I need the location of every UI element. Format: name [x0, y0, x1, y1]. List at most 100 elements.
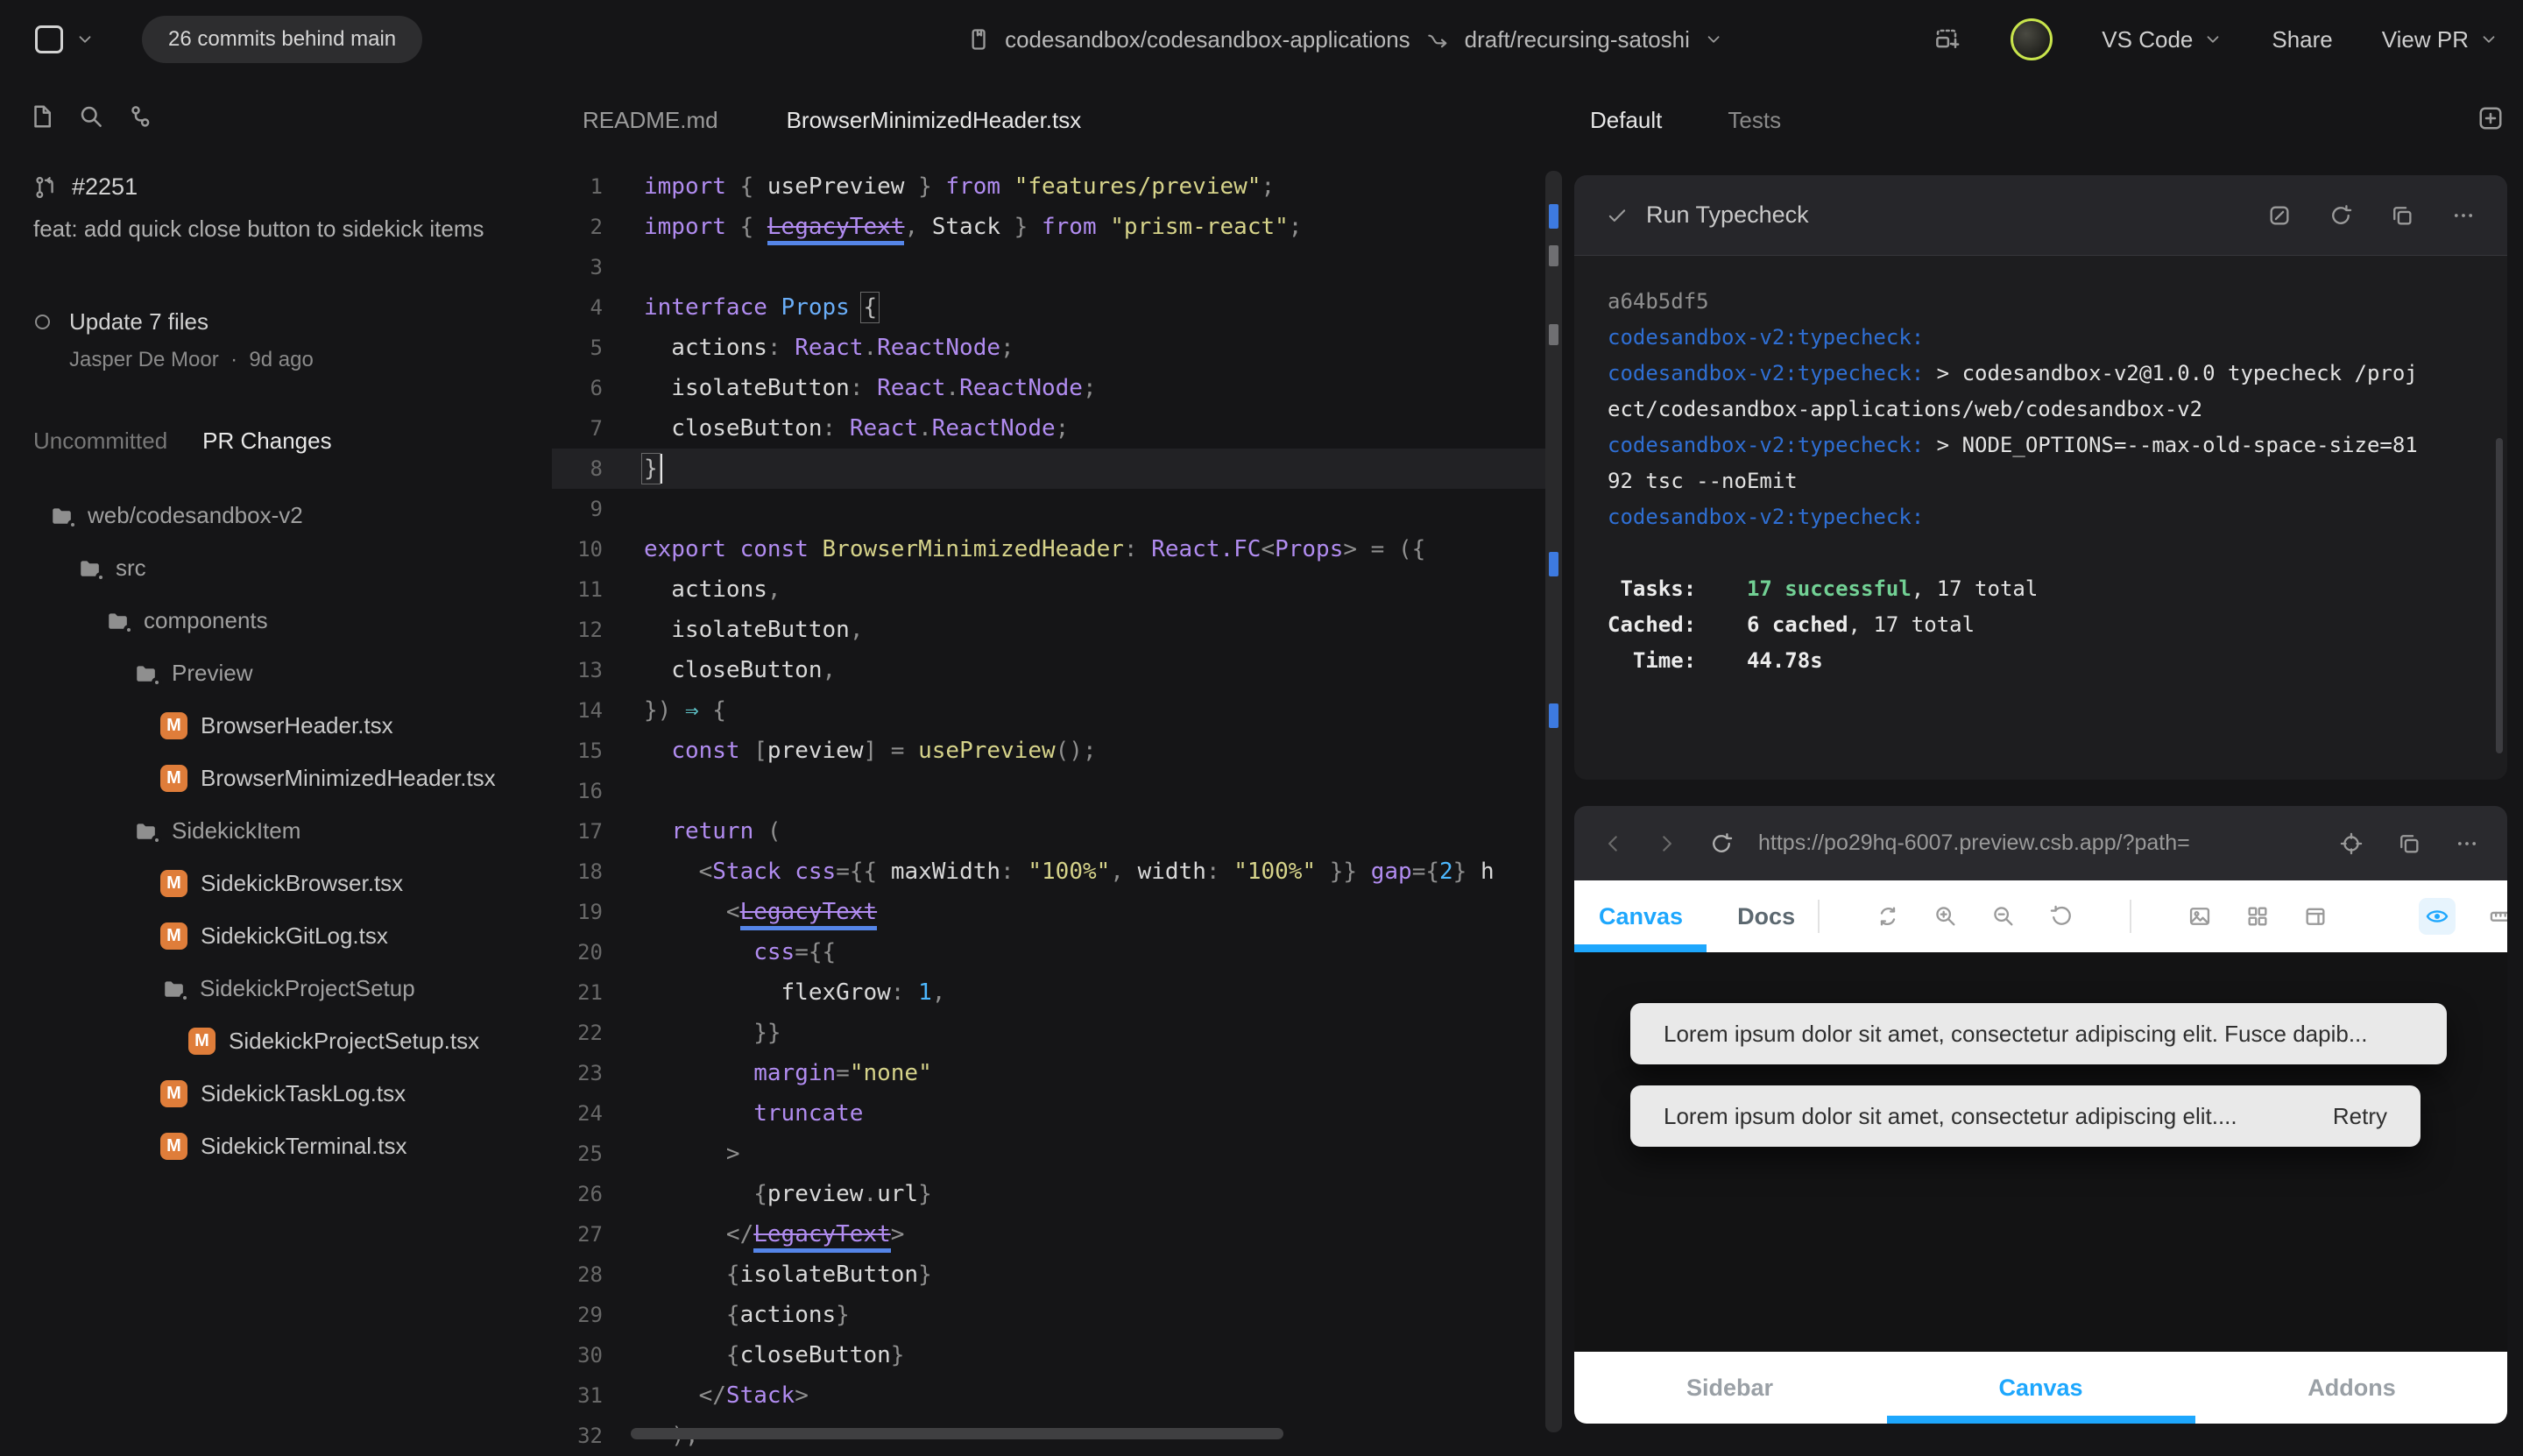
code-line[interactable]: 3 — [552, 247, 1574, 287]
code-line[interactable]: 5 actions: React.ReactNode; — [552, 328, 1574, 368]
stack-icon[interactable] — [2303, 904, 2328, 929]
code-line[interactable]: 23 margin="none" — [552, 1053, 1574, 1093]
editor-vertical-scrollbar[interactable] — [1545, 171, 1562, 1432]
pr-number[interactable]: #2251 — [72, 173, 138, 201]
code-line[interactable]: 8} — [552, 449, 1546, 489]
tab-canvas[interactable]: Canvas — [1599, 903, 1683, 930]
duplicate-icon[interactable] — [2390, 203, 2414, 228]
ruler-icon[interactable] — [2489, 904, 2507, 929]
code-line[interactable]: 10export const BrowserMinimizedHeader: R… — [552, 529, 1574, 569]
repo-name[interactable]: codesandbox/codesandbox-applications — [1005, 26, 1410, 53]
bottom-tab-addons[interactable]: Addons — [2196, 1375, 2507, 1402]
back-icon[interactable] — [1602, 832, 1625, 855]
code-line[interactable]: 24 truncate — [552, 1093, 1574, 1134]
version-control-icon[interactable] — [127, 103, 153, 130]
tree-item-file[interactable]: MSidekickBrowser.tsx — [0, 857, 552, 909]
avatar[interactable] — [2011, 18, 2053, 60]
view-pr-button[interactable]: View PR — [2382, 26, 2498, 53]
forward-icon[interactable] — [1655, 832, 1678, 855]
sync-icon[interactable] — [1876, 904, 1900, 929]
code-line[interactable]: 2import { LegacyText, Stack } from "pris… — [552, 207, 1574, 247]
editor-horizontal-scrollbar[interactable] — [631, 1428, 1283, 1439]
code-line[interactable]: 16 — [552, 771, 1574, 811]
code-line[interactable]: 4interface Props { — [552, 287, 1574, 328]
grid-icon[interactable] — [2245, 904, 2270, 929]
bottom-tab-sidebar[interactable]: Sidebar — [1574, 1375, 1885, 1402]
tree-item-folder[interactable]: SidekickItem — [0, 804, 552, 857]
zoom-out-icon[interactable] — [1991, 904, 2016, 929]
code-line[interactable]: 26 {preview.url} — [552, 1174, 1574, 1214]
tree-item-file[interactable]: MBrowserHeader.tsx — [0, 699, 552, 752]
more-icon[interactable] — [2451, 203, 2476, 228]
code-line[interactable]: 7 closeButton: React.ReactNode; — [552, 408, 1574, 449]
duplicate-icon[interactable] — [2397, 831, 2421, 856]
code-line[interactable]: 13 closeButton, — [552, 650, 1574, 690]
tree-item-folder[interactable]: components — [0, 594, 552, 647]
tab-pr-changes[interactable]: PR Changes — [202, 428, 331, 455]
target-icon[interactable] — [2339, 831, 2364, 856]
tree-item-file[interactable]: MSidekickTerminal.tsx — [0, 1120, 552, 1172]
code-line[interactable]: 31 </Stack> — [552, 1375, 1574, 1416]
code-line[interactable]: 30 {closeButton} — [552, 1335, 1574, 1375]
code-line[interactable]: 22 }} — [552, 1013, 1574, 1053]
code-line[interactable]: 29 {actions} — [552, 1295, 1574, 1335]
editor-tab[interactable]: README.md — [583, 107, 718, 134]
tab-docs[interactable]: Docs — [1737, 903, 1795, 930]
code-line[interactable]: 18 <Stack css={{ maxWidth: "100%", width… — [552, 852, 1574, 892]
code-line[interactable]: 12 isolateButton, — [552, 610, 1574, 650]
code-line[interactable]: 15 const [preview] = usePreview(); — [552, 731, 1574, 771]
tree-item-folder[interactable]: SidekickProjectSetup — [0, 962, 552, 1014]
vscode-menu-button[interactable]: VS Code — [2102, 26, 2223, 53]
url-input[interactable]: https://po29hq-6007.preview.csb.app/?pat… — [1758, 830, 2322, 856]
image-icon[interactable] — [2187, 904, 2212, 929]
refresh-icon[interactable] — [2329, 203, 2353, 228]
code-line[interactable]: 21 flexGrow: 1, — [552, 972, 1574, 1013]
tree-item-file[interactable]: MSidekickProjectSetup.tsx — [0, 1014, 552, 1067]
refresh-icon[interactable] — [1709, 831, 1734, 856]
code-line[interactable]: 28 {isolateButton} — [552, 1255, 1574, 1295]
tab-uncommitted[interactable]: Uncommitted — [33, 428, 167, 455]
tree-item-folder[interactable]: web/codesandbox-v2 — [0, 489, 552, 541]
tree-item-label: Preview — [172, 660, 252, 687]
workspace-chevron-down-icon[interactable] — [75, 30, 95, 49]
search-icon[interactable] — [78, 103, 104, 130]
code-line[interactable]: 20 css={{ — [552, 932, 1574, 972]
line-number: 23 — [552, 1061, 603, 1085]
code-line[interactable]: 11 actions, — [552, 569, 1574, 610]
code-line[interactable]: 19 <LegacyText — [552, 892, 1574, 932]
commit-entry[interactable]: Update 7 files Jasper De Moor · 9d ago — [35, 308, 314, 372]
bottom-tab-canvas[interactable]: Canvas — [1885, 1375, 2196, 1402]
panel-tab-tests[interactable]: Tests — [1728, 107, 1781, 134]
code-line[interactable]: 6 isolateButton: React.ReactNode; — [552, 368, 1574, 408]
panel-tab-default[interactable]: Default — [1590, 107, 1662, 134]
preview-canvas[interactable]: Lorem ipsum dolor sit amet, consectetur … — [1574, 952, 2507, 1352]
code-line[interactable]: 25 > — [552, 1134, 1574, 1174]
code-line[interactable]: 27 </LegacyText> — [552, 1214, 1574, 1255]
clear-icon[interactable] — [2267, 203, 2292, 228]
editor-tab[interactable]: BrowserMinimizedHeader.tsx — [787, 107, 1082, 134]
eye-icon[interactable] — [2419, 898, 2456, 935]
zoom-in-icon[interactable] — [1933, 904, 1958, 929]
tree-item-file[interactable]: MSidekickGitLog.tsx — [0, 909, 552, 962]
code-area[interactable]: 1import { usePreview } from "features/pr… — [552, 166, 1574, 1456]
share-button[interactable]: Share — [2272, 26, 2332, 53]
reset-zoom-icon[interactable] — [2049, 904, 2074, 929]
code-line[interactable]: 9 — [552, 489, 1574, 529]
retry-button[interactable]: Retry — [2333, 1103, 2387, 1130]
screenshare-icon[interactable] — [1932, 26, 1961, 53]
branch-name[interactable]: draft/recursing-satoshi — [1465, 26, 1690, 53]
app-logo[interactable] — [35, 25, 63, 53]
branch-chevron-down-icon[interactable] — [1704, 30, 1723, 49]
tree-item-folder[interactable]: src — [0, 541, 552, 594]
commits-behind-badge[interactable]: 26 commits behind main — [142, 16, 422, 63]
code-line[interactable]: 14}) ⇒ { — [552, 690, 1574, 731]
tree-item-file[interactable]: MSidekickTaskLog.tsx — [0, 1067, 552, 1120]
more-icon[interactable] — [2455, 831, 2479, 856]
tree-item-folder[interactable]: Preview — [0, 647, 552, 699]
tree-item-file[interactable]: MBrowserMinimizedHeader.tsx — [0, 752, 552, 804]
code-line[interactable]: 17 return ( — [552, 811, 1574, 852]
files-icon[interactable] — [29, 103, 55, 130]
add-panel-icon[interactable] — [2477, 105, 2504, 131]
code-line[interactable]: 1import { usePreview } from "features/pr… — [552, 166, 1574, 207]
terminal-scrollbar[interactable] — [2496, 438, 2503, 753]
